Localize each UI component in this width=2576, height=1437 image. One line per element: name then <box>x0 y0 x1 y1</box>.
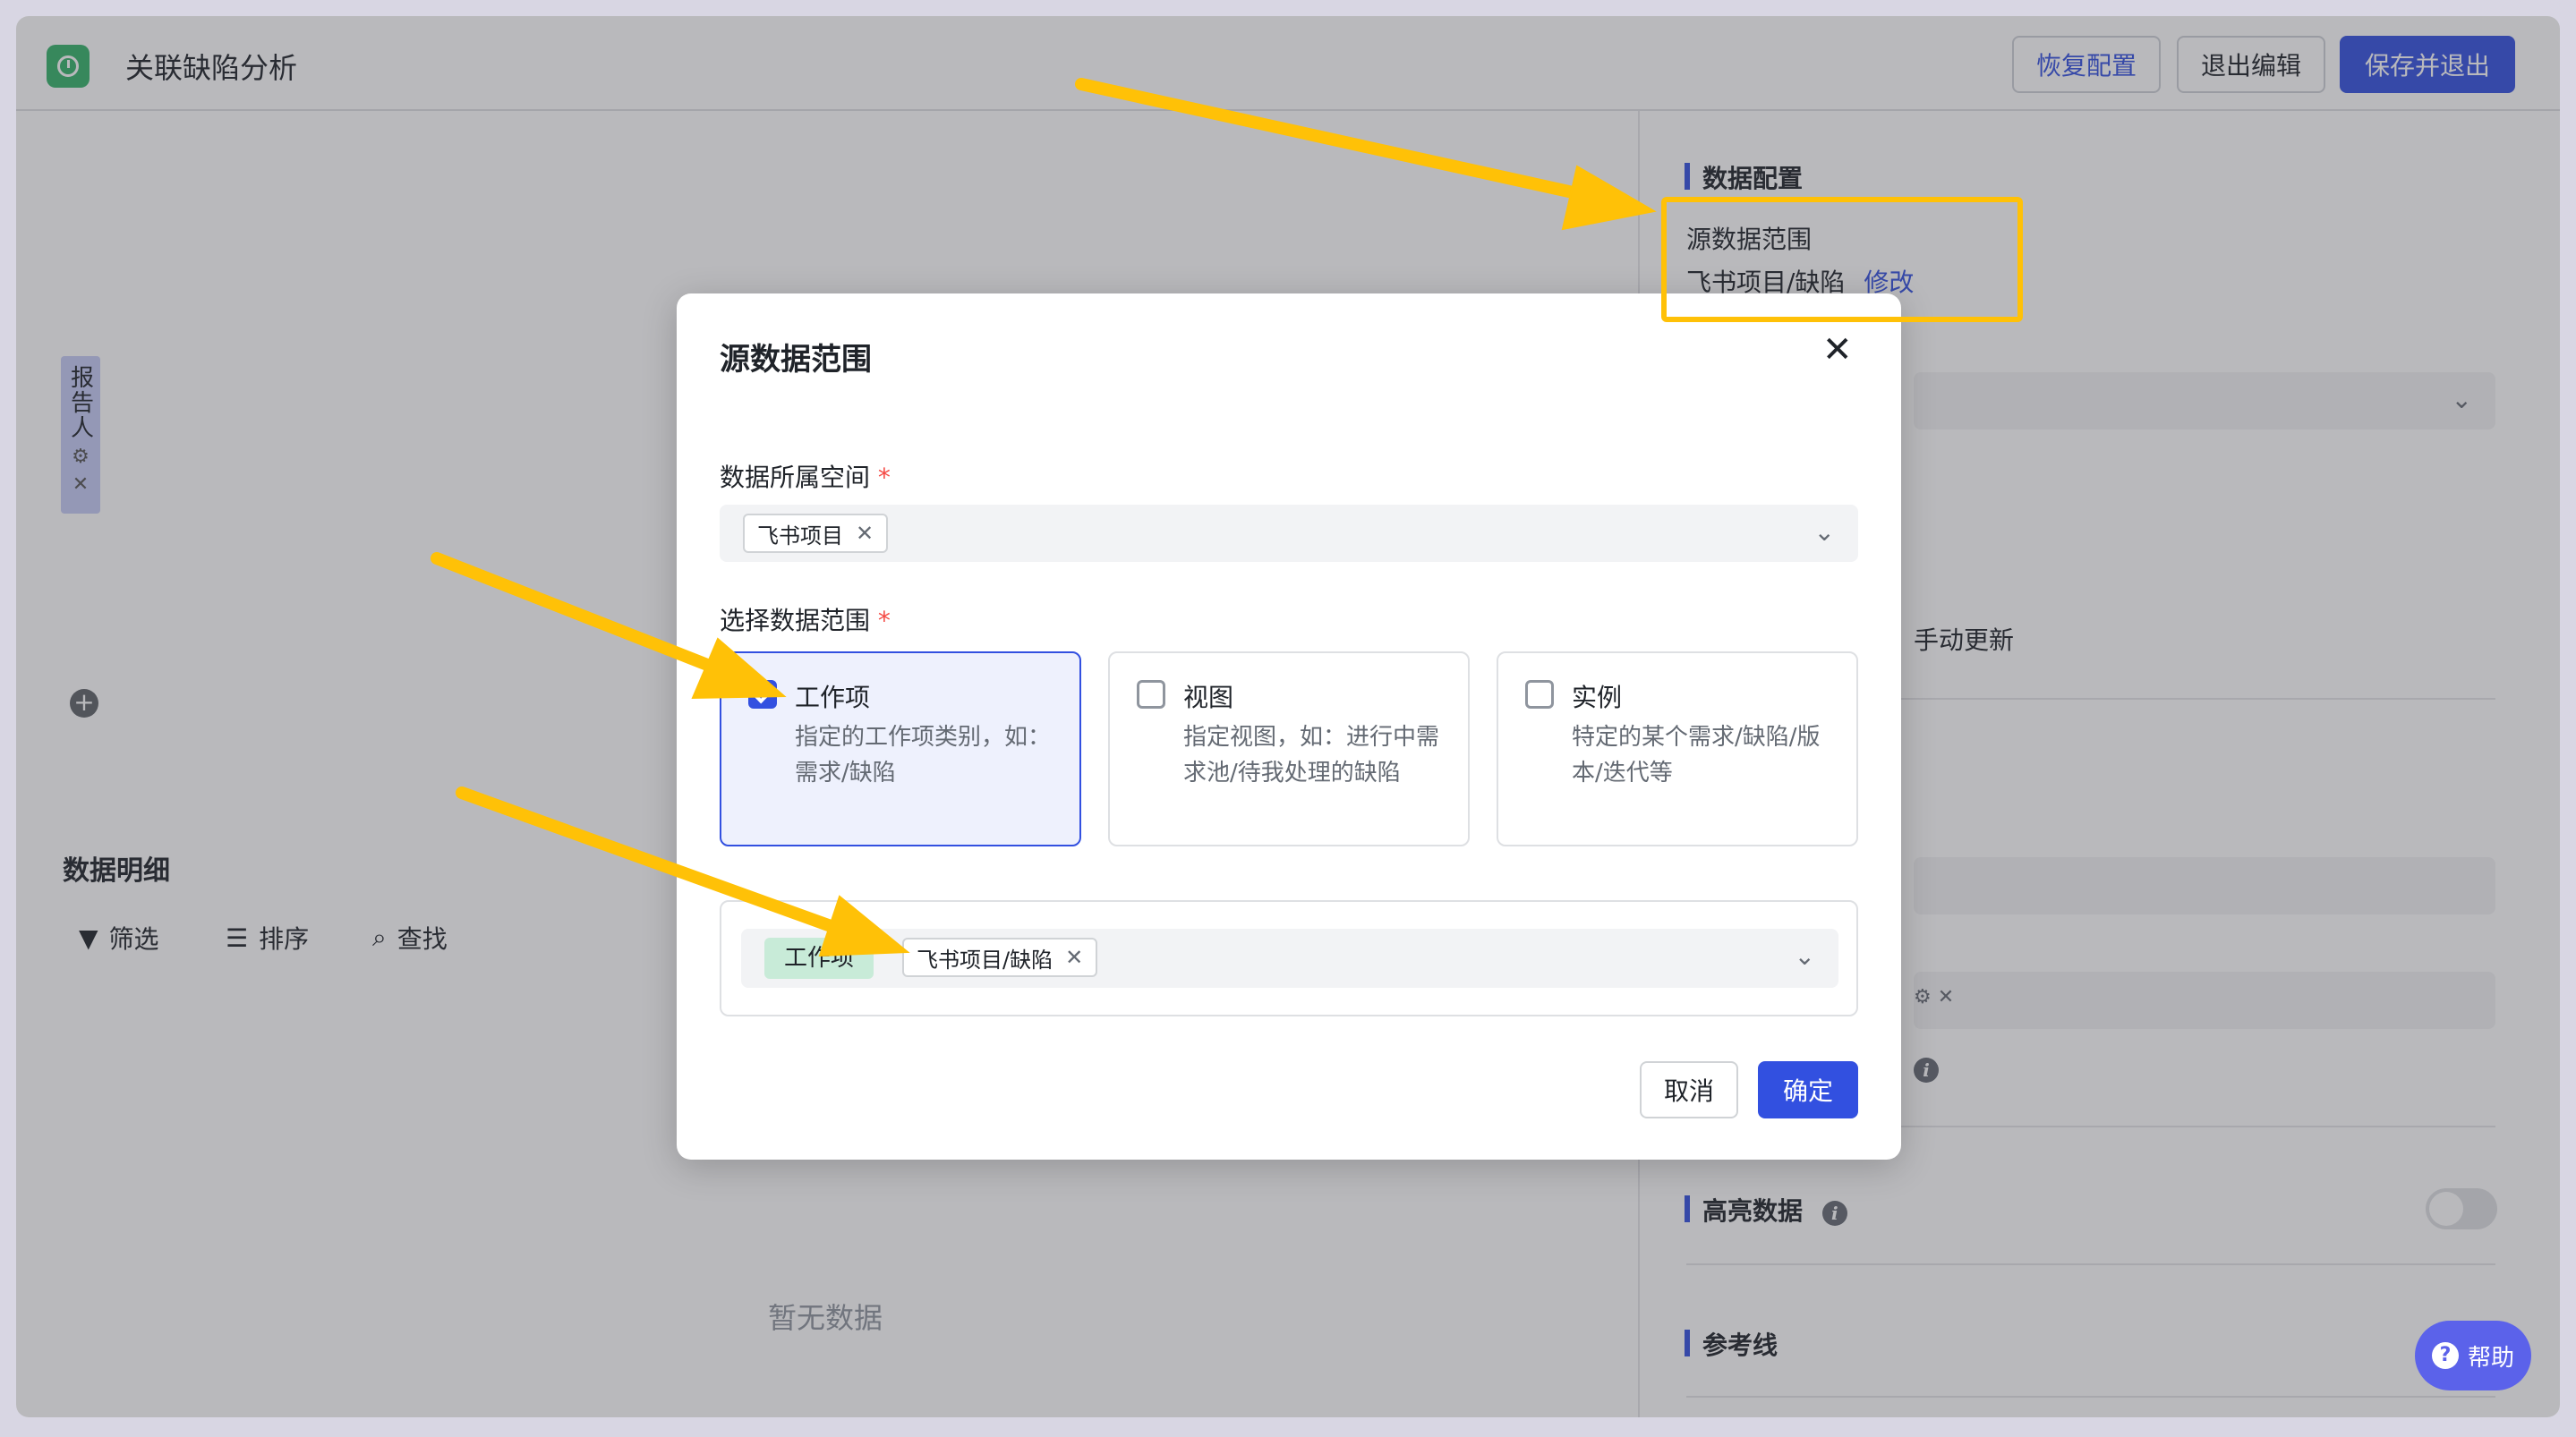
annotation-arrowhead <box>1561 165 1657 231</box>
app-window: 关联缺陷分析 恢复配置 退出编辑 保存并退出 报告人 ⚙ ✕ + 数据明细 ▼ … <box>16 16 2560 1417</box>
annotation-arrowhead <box>818 895 910 957</box>
annotation-arrow <box>1075 78 1599 203</box>
annotation-arrowhead <box>691 637 787 700</box>
annotation-arrow <box>431 552 729 677</box>
annotation-arrow <box>456 787 849 937</box>
annotation-arrows <box>431 78 1657 957</box>
